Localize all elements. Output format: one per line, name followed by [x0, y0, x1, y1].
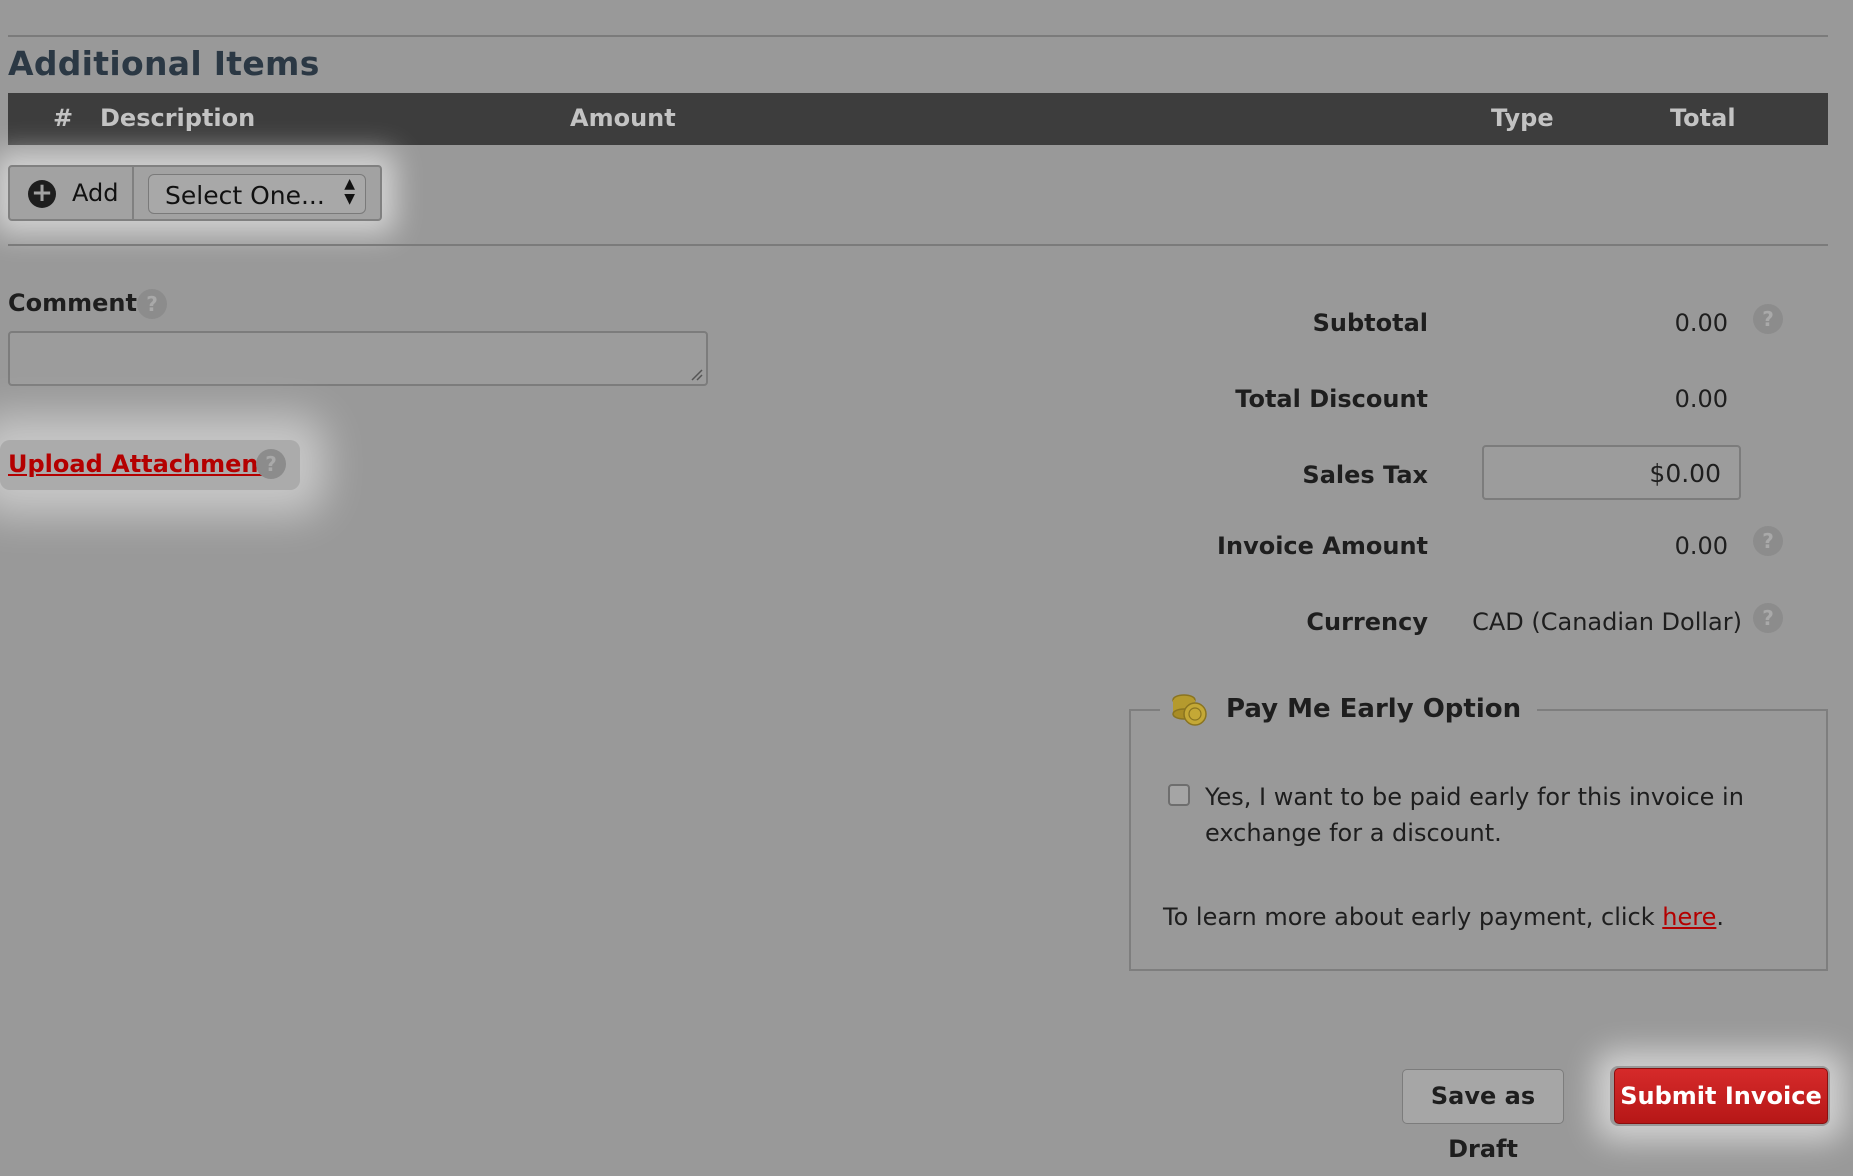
select-arrows-icon: ▲ ▼ [344, 176, 355, 207]
column-header-total: Total [1670, 104, 1736, 132]
middle-divider [8, 244, 1828, 246]
coins-icon [1172, 694, 1207, 726]
total-discount-value: 0.00 [1674, 385, 1728, 413]
upload-attachment-link[interactable]: Upload Attachment [8, 450, 270, 478]
add-item-label: Add [72, 179, 119, 207]
sales-tax-label: Sales Tax [1302, 461, 1428, 489]
invoice-amount-label: Invoice Amount [1217, 532, 1428, 560]
total-discount-label: Total Discount [1235, 385, 1428, 413]
pay-early-legend: Pay Me Early Option [1160, 690, 1537, 730]
subtotal-value: 0.00 [1674, 309, 1728, 337]
invoice-amount-value: 0.00 [1674, 532, 1728, 560]
comment-help-icon[interactable]: ? [137, 289, 167, 319]
currency-help-icon[interactable]: ? [1753, 603, 1783, 633]
comment-textarea[interactable] [8, 331, 708, 386]
currency-label: Currency [1306, 608, 1428, 636]
add-item-group: + Add Select One... ▲ ▼ [8, 165, 382, 221]
column-header-amount: Amount [570, 104, 676, 132]
currency-value: CAD (Canadian Dollar) [1472, 608, 1742, 636]
item-type-select-value: Select One... [165, 181, 325, 210]
items-table-header: # Description Amount Type Total [8, 93, 1828, 145]
column-header-number: # [53, 104, 74, 132]
pay-early-checkbox[interactable] [1168, 784, 1190, 806]
top-divider [8, 35, 1828, 37]
pay-early-checkbox-label[interactable]: Yes, I want to be paid early for this in… [1205, 779, 1765, 851]
subtotal-label: Subtotal [1312, 309, 1428, 337]
learn-more-suffix: . [1716, 903, 1724, 931]
learn-more-text: To learn more about early payment, click… [1163, 903, 1724, 931]
sales-tax-value: $0.00 [1649, 459, 1721, 488]
invoice-amount-help-icon[interactable]: ? [1753, 526, 1783, 556]
subtotal-help-icon[interactable]: ? [1753, 304, 1783, 334]
section-title: Additional Items [8, 44, 320, 83]
item-type-select[interactable]: Select One... ▲ ▼ [148, 174, 366, 214]
learn-more-prefix: To learn more about early payment, click [1163, 903, 1663, 931]
add-item-button[interactable]: + Add [10, 167, 134, 219]
submit-invoice-button[interactable]: Submit Invoice [1614, 1068, 1828, 1124]
pay-early-title: Pay Me Early Option [1226, 694, 1522, 724]
resize-handle-icon[interactable] [691, 369, 703, 381]
upload-help-icon[interactable]: ? [256, 449, 286, 479]
comment-label: Comment [8, 289, 137, 317]
column-header-type: Type [1491, 104, 1554, 132]
column-header-description: Description [100, 104, 256, 132]
save-as-draft-button[interactable]: Save as Draft [1402, 1069, 1564, 1163]
sales-tax-input[interactable]: $0.00 [1482, 445, 1741, 500]
plus-circle-icon: + [28, 180, 56, 208]
learn-more-link[interactable]: here [1662, 903, 1716, 931]
